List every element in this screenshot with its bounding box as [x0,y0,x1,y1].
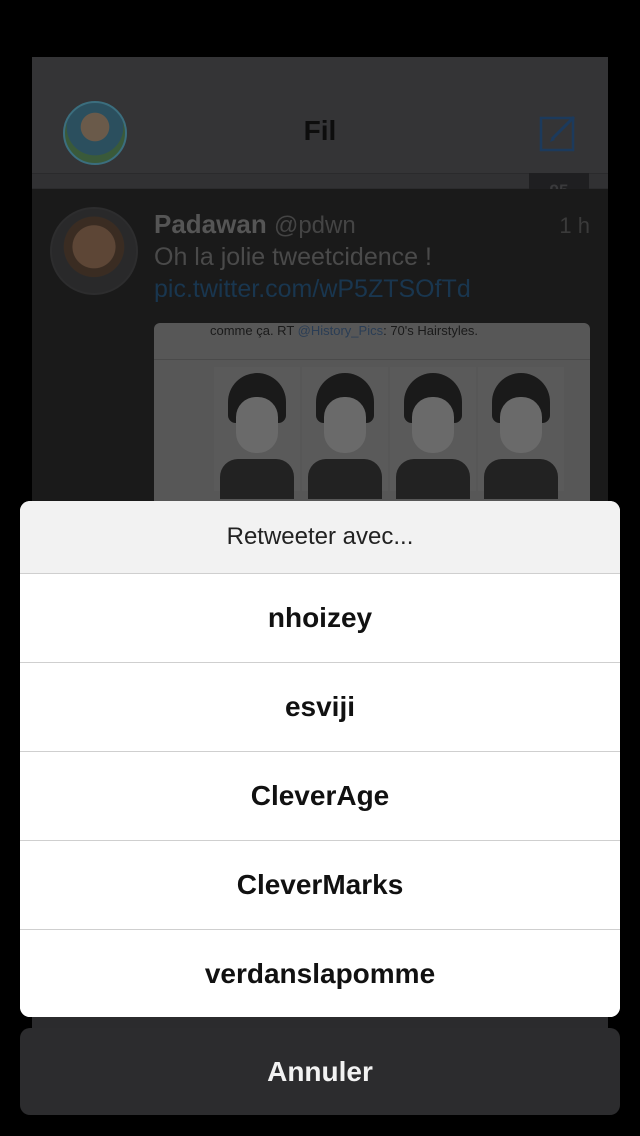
hairstyle-photo [478,367,564,499]
author-handle: @pdwn [273,212,356,239]
avatar[interactable] [50,207,138,295]
account-option-nhoizey[interactable]: nhoizey [20,574,620,663]
author-name: Padawan [154,209,267,239]
media-meta-strip [154,345,590,360]
tweet-text: Oh la jolie tweetcidence ! [154,243,432,271]
tweet-link[interactable]: pic.twitter.com/wP5ZTSOfTd [154,275,471,304]
compose-icon[interactable] [538,113,578,153]
tweet-time: 1 h [559,213,590,238]
cancel-button[interactable]: Annuler [20,1028,620,1115]
hairstyle-photo [302,367,388,499]
hairstyle-photo [390,367,476,499]
subbar [32,174,608,188]
action-sheet-title: Retweeter avec... [20,501,620,574]
nav-bar: Fil [32,57,608,174]
tweet-author: Padawan @pdwn [154,209,356,240]
account-option-cleverage[interactable]: CleverAge [20,752,620,841]
account-option-esviji[interactable]: esviji [20,663,620,752]
media-caption-prefix: comme ça. RT [210,323,298,338]
media-caption-suffix: : 70's Hairstyles. [383,323,479,338]
media-caption-mention: @History_Pics [297,323,384,338]
tweet-cell[interactable]: Padawan @pdwn 1 h Oh la jolie tweetciden… [32,189,608,563]
hairstyle-photo [214,367,300,499]
media-caption: comme ça. RT @History_Pics: 70's Hairsty… [210,323,478,338]
account-option-verdanslapomme[interactable]: verdanslapomme [20,930,620,1017]
retweet-action-sheet: Retweeter avec... nhoizey esviji CleverA… [20,501,620,1017]
account-option-clevermarks[interactable]: CleverMarks [20,841,620,930]
page-title: Fil [303,115,337,146]
